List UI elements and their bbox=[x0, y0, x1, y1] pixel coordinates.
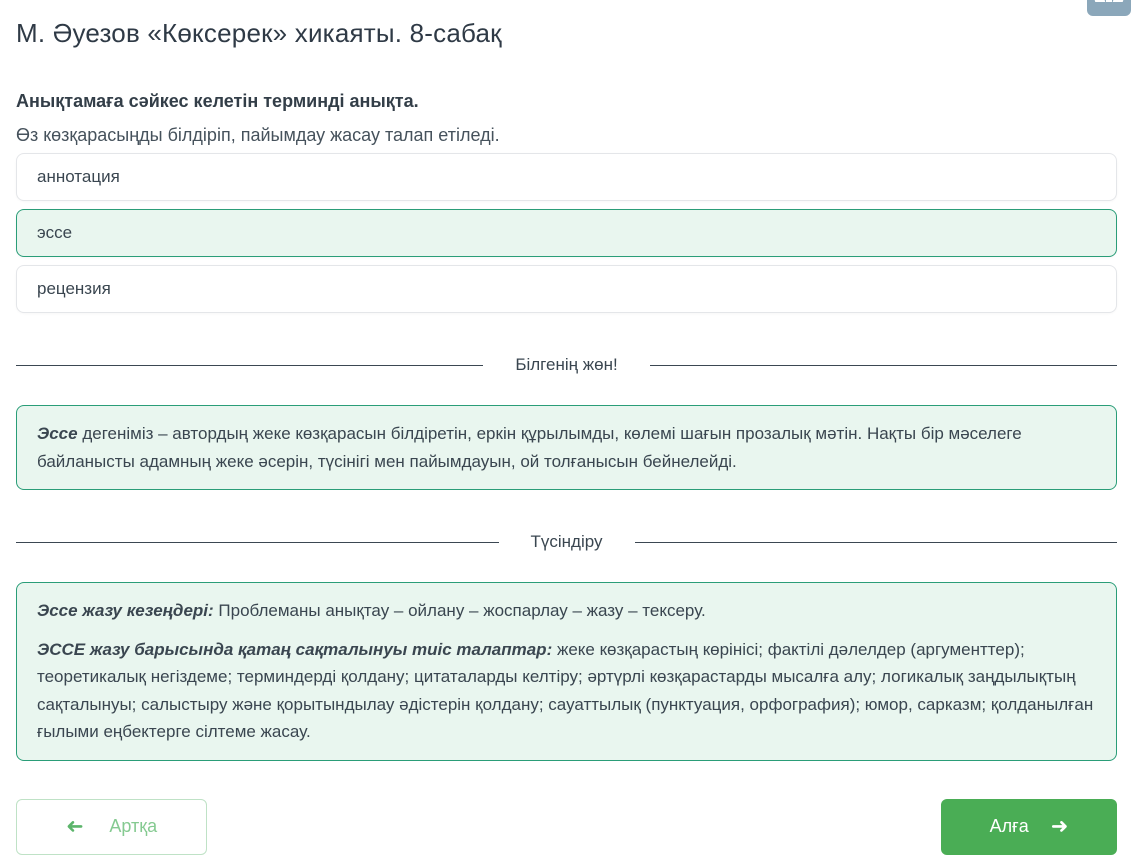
arrow-right-icon: ➜ bbox=[1050, 815, 1069, 839]
answer-options: аннотация эссе рецензия bbox=[16, 153, 1117, 313]
answer-option-annotation[interactable]: аннотация bbox=[16, 153, 1117, 201]
answer-option-label: аннотация bbox=[37, 167, 120, 186]
answer-option-review[interactable]: рецензия bbox=[16, 265, 1117, 313]
fullscreen-icon-part bbox=[1112, 0, 1126, 2]
explain-divider-label: Түсіндіру bbox=[530, 532, 603, 552]
explain-stages-body: Проблеманы анықтау – ойлану – жоспарлау … bbox=[213, 601, 706, 621]
explain-requirements-lead: ЭССЕ жазу барысында қатаң сақталынуы тиі… bbox=[37, 639, 553, 659]
know-divider-label: Білгенің жөн! bbox=[515, 355, 618, 374]
fullscreen-icon-part bbox=[1092, 0, 1106, 2]
fullscreen-icon[interactable] bbox=[1087, 0, 1131, 16]
question-definition: Өз көзқарасыңды білдіріп, пайымдау жасау… bbox=[16, 125, 500, 145]
know-text: Эссе дегеніміз – автордың жеке көзқарасы… bbox=[37, 420, 1096, 475]
next-button[interactable]: Алға ➜ bbox=[941, 798, 1117, 855]
answer-option-label: рецензия bbox=[37, 279, 111, 298]
back-button-label: Артқа bbox=[109, 816, 158, 837]
answer-option-esse-selected[interactable]: эссе bbox=[16, 209, 1117, 257]
question-prompt: Анықтамаға сәйкес келетін терминді анықт… bbox=[16, 91, 419, 111]
question-block: Анықтамаға сәйкес келетін терминді анықт… bbox=[16, 91, 1117, 146]
back-button[interactable]: ➜ Артқа bbox=[16, 798, 207, 855]
know-text-lead: Эссе bbox=[37, 424, 78, 443]
explain-info-box: Эссе жазу кезеңдері: Проблеманы анықтау … bbox=[16, 582, 1117, 761]
next-button-label: Алға bbox=[989, 816, 1029, 837]
answer-option-label: эссе bbox=[37, 223, 73, 242]
fullscreen-icon-part bbox=[1106, 0, 1112, 2]
explain-divider: Түсіндіру bbox=[16, 532, 1118, 552]
explain-stages-lead: Эссе жазу кезеңдері: bbox=[37, 601, 214, 621]
know-info-box: Эссе дегеніміз – автордың жеке көзқарасы… bbox=[16, 405, 1117, 491]
explain-paragraph-stages: Эссе жазу кезеңдері: Проблеманы анықтау … bbox=[37, 597, 1096, 625]
know-text-body: дегеніміз – автордың жеке көзқарасын біл… bbox=[37, 424, 1022, 471]
lesson-page: М. Әуезов «Көксерек» хикаяты. 8-сабақ Ан… bbox=[0, 0, 1133, 865]
know-divider: Білгенің жөн! bbox=[16, 355, 1118, 375]
navigation-footer: ➜ Артқа Алға ➜ bbox=[16, 798, 1117, 855]
arrow-left-icon: ➜ bbox=[65, 815, 84, 839]
page-title: М. Әуезов «Көксерек» хикаяты. 8-сабақ bbox=[16, 18, 502, 48]
divider-line bbox=[16, 364, 484, 366]
divider-line bbox=[16, 541, 499, 543]
explain-paragraph-requirements: ЭССЕ жазу барысында қатаң сақталынуы тиі… bbox=[37, 636, 1096, 746]
divider-line bbox=[649, 364, 1118, 366]
divider-line bbox=[634, 541, 1118, 543]
